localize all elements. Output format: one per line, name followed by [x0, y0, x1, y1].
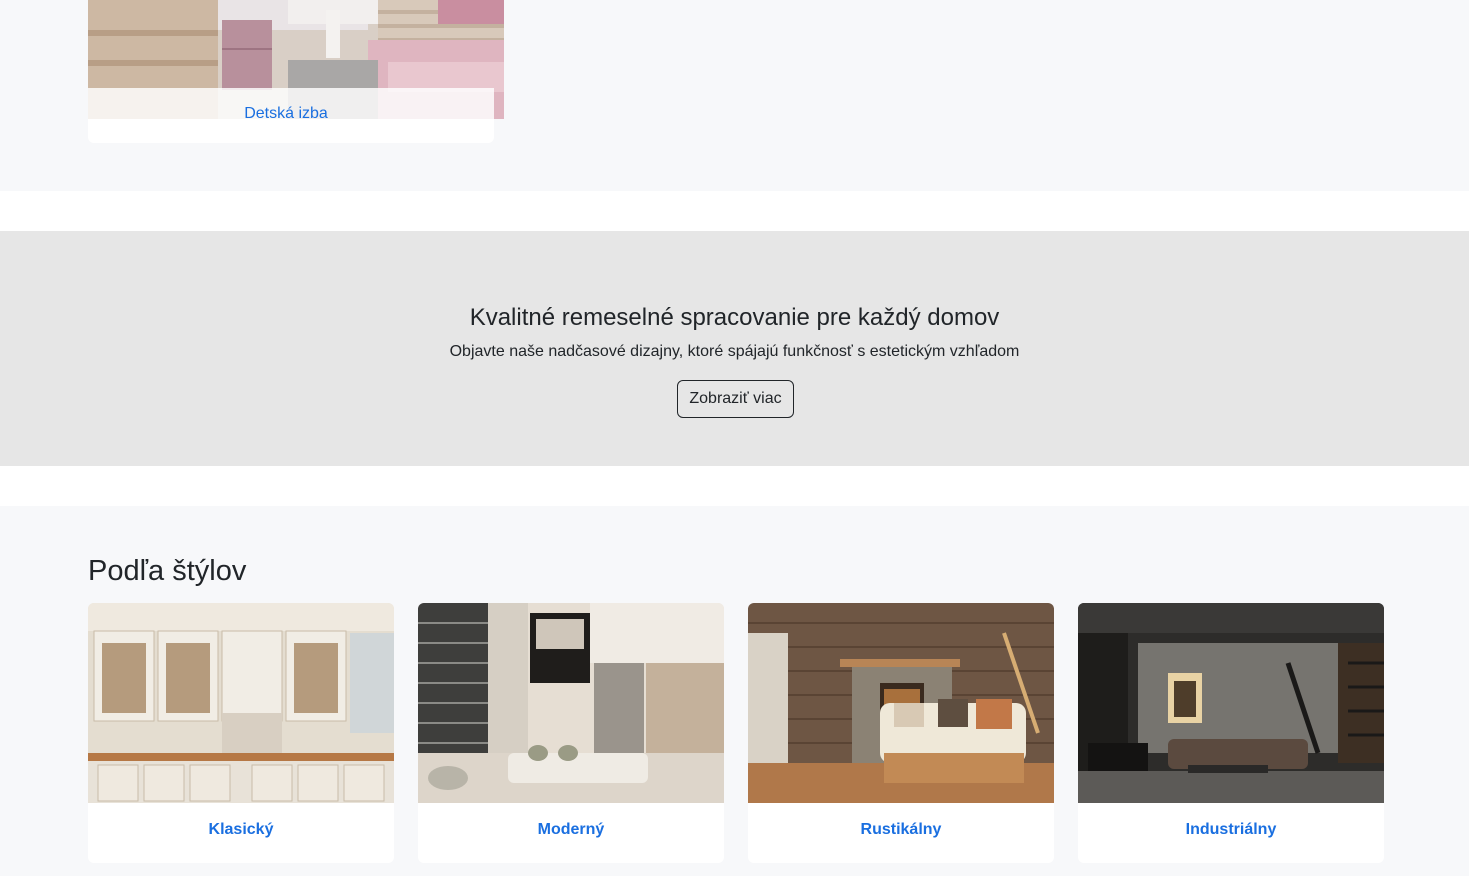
room-link-kids[interactable]: Detská izba [88, 105, 484, 123]
style-card-classic[interactable]: Klasický [88, 603, 394, 863]
style-link-classic[interactable]: Klasický [88, 821, 394, 839]
show-more-button[interactable]: Zobraziť viac [677, 380, 794, 418]
industrial-living-image [1078, 603, 1384, 803]
cta-subtitle: Objavte naše nadčasové dizajny, ktoré sp… [449, 343, 1020, 360]
classic-kitchen-image [88, 603, 394, 803]
style-card-modern[interactable]: Moderný [418, 603, 724, 863]
style-card-rustic[interactable]: Rustikálny [748, 603, 1054, 863]
styles-heading: Podľa štýlov [88, 555, 247, 587]
modern-living-image [418, 603, 724, 803]
cta-title: Kvalitné remeselné spracovanie pre každý… [469, 304, 1000, 331]
style-link-modern[interactable]: Moderný [418, 821, 724, 839]
style-link-industrial[interactable]: Industriálny [1078, 821, 1384, 839]
style-link-rustic[interactable]: Rustikálny [748, 821, 1054, 839]
style-card-industrial[interactable]: Industriálny [1078, 603, 1384, 863]
room-card-kids[interactable]: Detská izba [88, 0, 504, 143]
rustic-living-image [748, 603, 1054, 803]
